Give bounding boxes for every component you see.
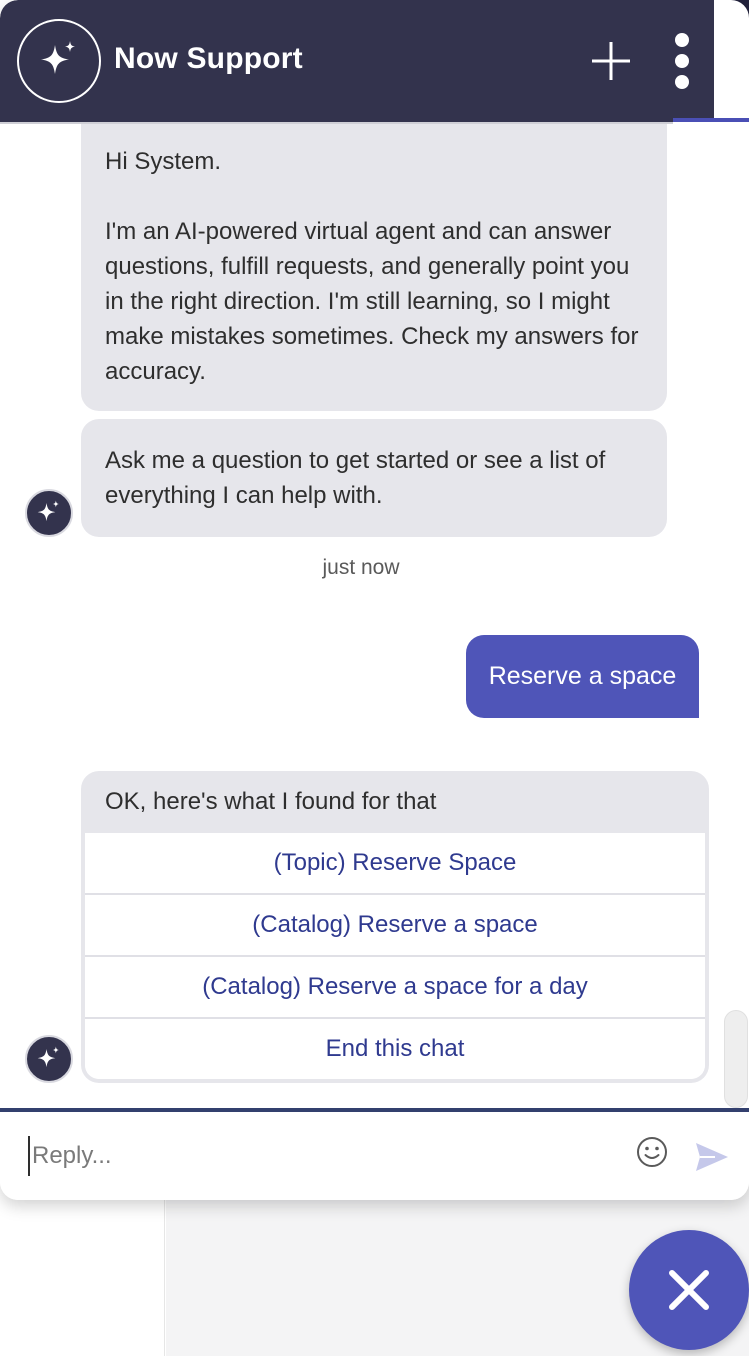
- user-message: Reserve a space: [466, 635, 699, 718]
- send-button[interactable]: [695, 1142, 729, 1172]
- option-topic-reserve-space[interactable]: (Topic) Reserve Space: [85, 833, 705, 893]
- option-end-chat[interactable]: End this chat: [85, 1017, 705, 1079]
- close-icon: [669, 1270, 709, 1310]
- more-options-button[interactable]: [664, 33, 700, 89]
- options-list: (Topic) Reserve Space (Catalog) Reserve …: [85, 833, 705, 1079]
- chat-title: Now Support: [114, 42, 303, 75]
- send-icon: [696, 1143, 728, 1171]
- more-vertical-icon-dot: [675, 33, 689, 47]
- prompt-text: Ask me a question to get started or see …: [105, 447, 606, 509]
- reply-input[interactable]: [28, 1136, 608, 1176]
- option-catalog-reserve-space[interactable]: (Catalog) Reserve a space: [85, 893, 705, 955]
- more-vertical-icon-dot: [675, 75, 689, 89]
- header-accent-line: [673, 118, 749, 122]
- new-chat-button[interactable]: [588, 38, 634, 84]
- option-catalog-reserve-space-day[interactable]: (Catalog) Reserve a space for a day: [85, 955, 705, 1017]
- bot-message-prompt: Ask me a question to get started or see …: [81, 419, 667, 537]
- sparkle-icon: [17, 19, 101, 103]
- bot-message-intro: Hi System. I'm an AI-powered virtual age…: [81, 124, 667, 411]
- close-chat-button[interactable]: [629, 1230, 749, 1350]
- message-timestamp: just now: [322, 556, 400, 579]
- greeting-text: Hi System.: [105, 148, 222, 175]
- chat-scrollbar[interactable]: [724, 1010, 748, 1108]
- smiley-icon: [637, 1137, 667, 1167]
- results-title: OK, here's what I found for that: [105, 788, 437, 815]
- chat-widget: Now Support Hi System. I'm an AI-powered…: [0, 0, 749, 1200]
- bot-avatar: [25, 1035, 73, 1083]
- sparkle-icon: [37, 1046, 59, 1068]
- bot-avatar: [25, 489, 73, 537]
- intro-text: I'm an AI-powered virtual agent and can …: [105, 218, 639, 385]
- plus-icon: [592, 42, 630, 80]
- more-vertical-icon-dot: [675, 54, 689, 68]
- emoji-button[interactable]: [636, 1136, 668, 1168]
- sparkle-icon: [37, 500, 59, 522]
- chat-header: Now Support: [0, 0, 714, 122]
- composer: [0, 1112, 749, 1200]
- results-card: OK, here's what I found for that (Topic)…: [81, 771, 709, 1083]
